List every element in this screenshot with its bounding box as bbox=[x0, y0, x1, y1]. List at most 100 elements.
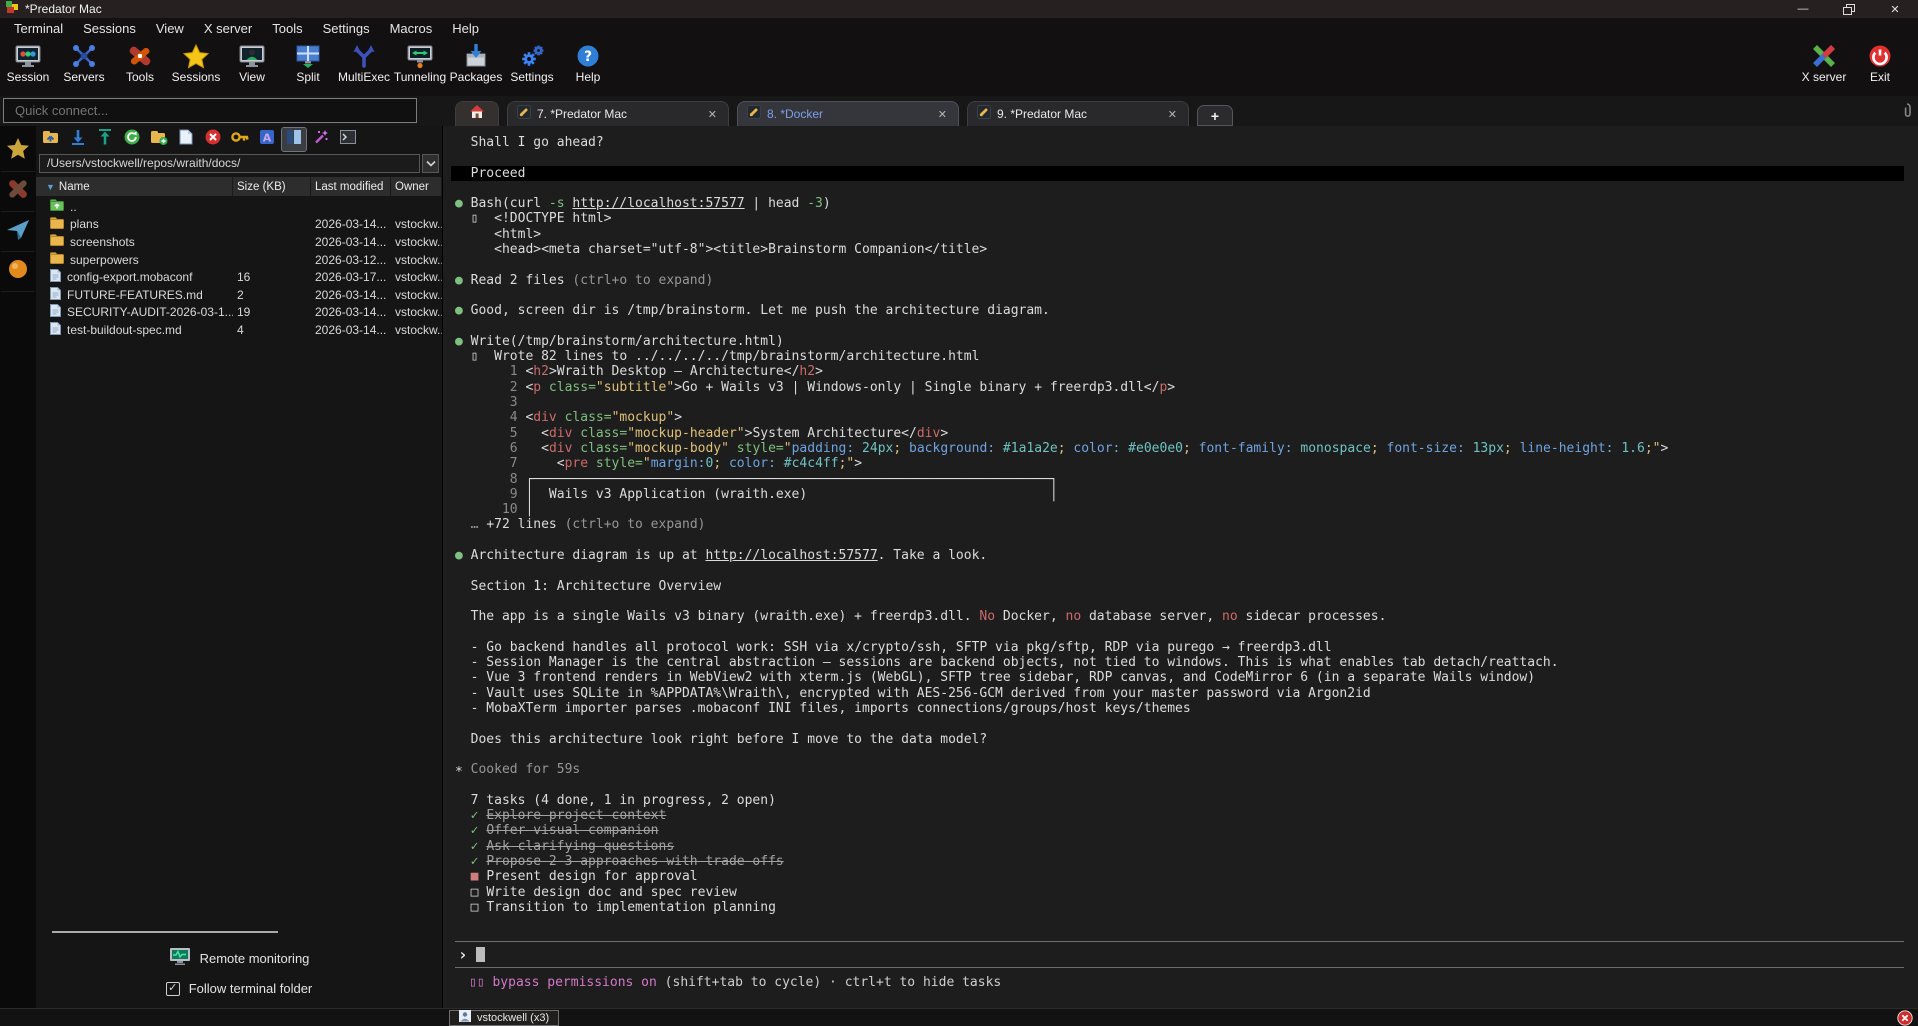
toolbar-button-session[interactable]: Session bbox=[0, 39, 56, 84]
terminal-line bbox=[455, 747, 1918, 762]
remote-monitoring-button[interactable]: Remote monitoring bbox=[169, 947, 310, 969]
close-tab-icon[interactable]: ✕ bbox=[1166, 108, 1179, 121]
parent-folder-button[interactable] bbox=[39, 128, 63, 151]
toolbar-button-view[interactable]: View bbox=[224, 39, 280, 84]
column-header-size[interactable]: Size (KB) bbox=[233, 177, 311, 196]
wand-button[interactable] bbox=[309, 128, 333, 151]
file-row-future-features-md[interactable]: FUTURE-FEATURES.md22026-03-14...vstockw.… bbox=[36, 286, 442, 304]
close-icon[interactable]: ✕ bbox=[1872, 0, 1918, 18]
upload-button[interactable] bbox=[93, 128, 117, 151]
toolbar-button-help[interactable]: ?Help bbox=[560, 39, 616, 84]
file-icon bbox=[50, 322, 61, 338]
toolbar-button-tunneling[interactable]: Tunneling bbox=[392, 39, 448, 84]
terminal-line: … +72 lines (ctrl+o to expand) bbox=[455, 517, 1918, 532]
menu-item-x-server[interactable]: X server bbox=[194, 19, 262, 38]
close-tab-icon[interactable]: ✕ bbox=[706, 108, 719, 121]
terminal-line: ✓ Offer visual companion bbox=[455, 823, 1918, 838]
file-modified-cell: 2026-03-14... bbox=[311, 217, 391, 231]
delete-button[interactable] bbox=[201, 128, 225, 151]
file-row-test-buildout-spec-md[interactable]: test-buildout-spec.md42026-03-14...vstoc… bbox=[36, 321, 442, 339]
column-header-owner[interactable]: Owner bbox=[391, 177, 442, 196]
terminal-line: - Vault uses SQLite in %APPDATA%\Wraith\… bbox=[455, 686, 1918, 701]
servers-icon bbox=[69, 42, 99, 70]
main-toolbar: Session Servers ToolsSessionsViewSplitMult… bbox=[0, 39, 1918, 96]
menu-item-view[interactable]: View bbox=[146, 19, 194, 38]
file-row-plans[interactable]: plans2026-03-14...vstockw... bbox=[36, 216, 442, 234]
toolbar-button-packages[interactable]: Packages bbox=[448, 39, 504, 84]
file-row-security-audit-2026-03-1[interactable]: SECURITY-AUDIT-2026-03-1...192026-03-14.… bbox=[36, 304, 442, 322]
file-size-cell: 16 bbox=[233, 270, 311, 284]
toolbar-label-servers: Servers bbox=[63, 70, 104, 84]
terminal-input-box[interactable]: › bbox=[455, 941, 1904, 968]
terminal-mini-button[interactable] bbox=[336, 128, 360, 151]
quick-connect-input[interactable] bbox=[3, 98, 417, 123]
tab-8-docker[interactable]: 8. *Docker✕ bbox=[737, 101, 959, 126]
toolbar-button-servers[interactable]: Servers bbox=[56, 39, 112, 84]
terminal-line bbox=[455, 181, 1918, 196]
chevron-down-icon[interactable] bbox=[422, 154, 439, 173]
file-owner-cell: vstockw... bbox=[391, 235, 442, 249]
toolbar-button-settings[interactable]: Settings bbox=[504, 39, 560, 84]
menu-item-settings[interactable]: Settings bbox=[313, 19, 380, 38]
menu-item-terminal[interactable]: Terminal bbox=[4, 19, 73, 38]
new-folder-button[interactable] bbox=[147, 128, 171, 151]
mobaxterm-logo-icon bbox=[5, 0, 19, 19]
terminal-line bbox=[455, 288, 1918, 303]
new-file-button[interactable] bbox=[174, 128, 198, 151]
terminal-output[interactable]: Shall I go ahead? Proceed● Bash(curl -s … bbox=[443, 126, 1918, 915]
toolbar-button-sessions[interactable]: Sessions bbox=[168, 39, 224, 84]
paperclip-icon[interactable] bbox=[1901, 102, 1913, 123]
tab-7-predator-mac[interactable]: 7. *Predator Mac✕ bbox=[507, 101, 729, 126]
toolbar-button-exit[interactable]: Exit bbox=[1852, 39, 1908, 84]
sidebar-divider bbox=[52, 931, 278, 933]
minimize-icon[interactable]: — bbox=[1780, 0, 1826, 18]
menu-item-tools[interactable]: Tools bbox=[262, 19, 312, 38]
macros-ball-button[interactable] bbox=[1, 252, 35, 292]
tab-bar: 7. *Predator Mac✕ 8. *Docker✕ 9. *Predator… bbox=[443, 96, 1918, 126]
window-controls: — ✕ bbox=[1780, 0, 1918, 18]
file-row-[interactable]: .. bbox=[36, 198, 442, 216]
download-button[interactable] bbox=[66, 128, 90, 151]
path-input[interactable]: /Users/vstockwell/repos/wraith/docs/ bbox=[39, 154, 420, 173]
follow-terminal-toggle[interactable]: ✓ Follow terminal folder bbox=[166, 981, 313, 996]
terminal-line: ● Good, screen dir is /tmp/brainstorm. L… bbox=[455, 303, 1918, 318]
terminal-line: 7 tasks (4 done, 1 in progress, 2 open) bbox=[455, 793, 1918, 808]
terminal-line: ● Read 2 files (ctrl+o to expand) bbox=[455, 273, 1918, 288]
toolbar-button-split[interactable]: Split bbox=[280, 39, 336, 84]
font-icon: A bbox=[259, 129, 275, 150]
new-tab-button[interactable]: + bbox=[1197, 105, 1233, 126]
panel-view-button[interactable] bbox=[282, 128, 306, 151]
font-button[interactable]: A bbox=[255, 128, 279, 151]
checkbox-checked-icon[interactable]: ✓ bbox=[166, 982, 180, 996]
file-icon bbox=[50, 287, 61, 303]
tab-home[interactable] bbox=[455, 101, 499, 126]
sftp-plane-button[interactable] bbox=[1, 212, 35, 252]
menu-item-macros[interactable]: Macros bbox=[380, 19, 443, 38]
tools-knife-button[interactable] bbox=[1, 172, 35, 212]
terminal-line: ▯ Wrote 82 lines to ../../../../tmp/brai… bbox=[455, 349, 1918, 364]
file-row-superpowers[interactable]: superpowers2026-03-12...vstockw... bbox=[36, 251, 442, 269]
red-close-icon[interactable] bbox=[1897, 1010, 1913, 1026]
file-row-config-export-mobaconf[interactable]: config-export.mobaconf162026-03-17...vst… bbox=[36, 268, 442, 286]
terminal-line bbox=[455, 150, 1918, 165]
column-header-modified[interactable]: Last modified bbox=[311, 177, 391, 196]
key-button[interactable] bbox=[228, 128, 252, 151]
menu-item-sessions[interactable]: Sessions bbox=[73, 19, 146, 38]
tab-9-predator-mac[interactable]: 9. *Predator Mac✕ bbox=[967, 101, 1189, 126]
favorites-star-button[interactable] bbox=[1, 132, 35, 172]
session-tab-vstockwell[interactable]: vstockwell (x3) bbox=[449, 1010, 559, 1026]
refresh-button[interactable] bbox=[120, 128, 144, 151]
toolbar-button-x-server[interactable]: X server bbox=[1796, 39, 1852, 84]
file-modified-cell: 2026-03-14... bbox=[311, 323, 391, 337]
file-name-cell: config-export.mobaconf bbox=[36, 269, 233, 285]
session-bar: vstockwell (x3) bbox=[0, 1008, 1918, 1026]
close-tab-icon[interactable]: ✕ bbox=[936, 108, 949, 121]
menu-item-help[interactable]: Help bbox=[442, 19, 489, 38]
toolbar-button-multiexec[interactable]: MultiExec bbox=[336, 39, 392, 84]
file-row-screenshots[interactable]: screenshots2026-03-14...vstockw... bbox=[36, 233, 442, 251]
maximize-icon[interactable] bbox=[1826, 0, 1872, 18]
toolbar-button-tools[interactable]: Tools bbox=[112, 39, 168, 84]
terminal-line: Shall I go ahead? bbox=[455, 135, 1918, 150]
column-header-name[interactable]: ▼Name bbox=[36, 177, 233, 196]
file-owner-cell: vstockw... bbox=[391, 217, 442, 231]
